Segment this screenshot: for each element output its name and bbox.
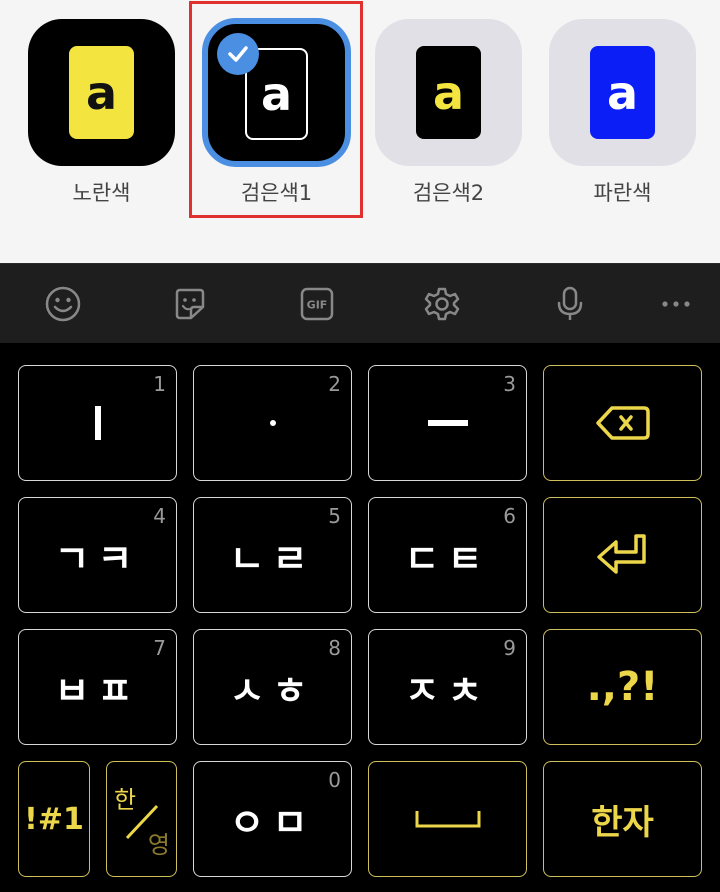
key-glyph: 한자 bbox=[591, 802, 654, 843]
key-glyph: ㅅㅎ bbox=[229, 668, 316, 713]
theme-preview-blue[interactable]: a bbox=[549, 19, 696, 166]
key-glyph-dot bbox=[269, 420, 276, 426]
key-3[interactable]: 3 bbox=[368, 365, 527, 481]
keyboard: 1 2 3 4 ㄱㅋ 5 ㄴㄹ 6 ㄷㅌ 7 ㅂㅍ 8 ㅅㅎ 9 ㅈㅊ .,?!… bbox=[0, 343, 720, 892]
theme-preview-black2[interactable]: a bbox=[375, 19, 522, 166]
theme-option-yellow[interactable]: a 노란색 bbox=[0, 0, 175, 220]
key-glyph: ㅇㅁ bbox=[229, 800, 316, 845]
lang-english-label: 영 bbox=[147, 831, 170, 859]
symbols-key[interactable]: !#1 bbox=[18, 761, 90, 877]
space-icon bbox=[415, 811, 480, 828]
key-glyph-vertical-bar bbox=[94, 406, 101, 440]
key-number: 9 bbox=[503, 636, 516, 660]
gif-icon[interactable]: GIF bbox=[295, 282, 339, 326]
key-glyph: ㅂㅍ bbox=[54, 668, 141, 713]
selection-highlight-frame bbox=[189, 1, 363, 218]
more-icon[interactable] bbox=[654, 282, 698, 326]
key-glyph: ㄴㄹ bbox=[229, 536, 316, 581]
key-number: 3 bbox=[503, 372, 516, 396]
key-2[interactable]: 2 bbox=[193, 365, 352, 481]
gif-label: GIF bbox=[307, 299, 328, 312]
key-number: 2 bbox=[328, 372, 341, 396]
theme-label: 노란색 bbox=[72, 181, 131, 205]
emoji-icon[interactable] bbox=[41, 282, 85, 326]
key-number: 4 bbox=[153, 504, 166, 528]
key-number: 6 bbox=[503, 504, 516, 528]
enter-key[interactable] bbox=[543, 497, 702, 613]
theme-picker: a 노란색 a 검은색1 a 검은색2 a 파란색 bbox=[0, 0, 720, 263]
key-0[interactable]: 0 ㅇㅁ bbox=[193, 761, 352, 877]
key-8[interactable]: 8 ㅅㅎ bbox=[193, 629, 352, 745]
key-glyph: .,?! bbox=[586, 664, 659, 710]
key-5[interactable]: 5 ㄴㄹ bbox=[193, 497, 352, 613]
space-key[interactable] bbox=[368, 761, 527, 877]
language-toggle-key[interactable]: 한 영 bbox=[106, 761, 177, 877]
theme-option-blue[interactable]: a 파란색 bbox=[521, 0, 696, 220]
key-number: 7 bbox=[153, 636, 166, 660]
key-6[interactable]: 6 ㄷㅌ bbox=[368, 497, 527, 613]
key-glyph: ㅈㅊ bbox=[404, 668, 491, 713]
theme-preview-yellow[interactable]: a bbox=[28, 19, 175, 166]
settings-icon[interactable] bbox=[420, 282, 464, 326]
theme-option-black2[interactable]: a 검은색2 bbox=[347, 0, 522, 220]
key-number: 8 bbox=[328, 636, 341, 660]
key-4[interactable]: 4 ㄱㅋ bbox=[18, 497, 177, 613]
theme-label: 검은색2 bbox=[412, 181, 485, 205]
key-glyph: ㄱㅋ bbox=[54, 536, 141, 581]
key-7[interactable]: 7 ㅂㅍ bbox=[18, 629, 177, 745]
key-glyph-horizontal-bar bbox=[427, 420, 468, 426]
backspace-key[interactable] bbox=[543, 365, 702, 481]
theme-label: 파란색 bbox=[593, 181, 652, 205]
keyboard-toolbar: GIF bbox=[0, 263, 720, 343]
key-number: 0 bbox=[328, 768, 341, 792]
microphone-icon[interactable] bbox=[548, 282, 592, 326]
theme-badge: a bbox=[69, 46, 134, 139]
hanja-key[interactable]: 한자 bbox=[543, 761, 702, 877]
key-glyph: !#1 bbox=[24, 801, 84, 837]
theme-badge: a bbox=[590, 46, 655, 139]
key-1[interactable]: 1 bbox=[18, 365, 177, 481]
sticker-icon[interactable] bbox=[168, 282, 212, 326]
key-glyph: ㄷㅌ bbox=[404, 536, 491, 581]
key-number: 1 bbox=[153, 372, 166, 396]
key-9[interactable]: 9 ㅈㅊ bbox=[368, 629, 527, 745]
theme-badge: a bbox=[416, 46, 481, 139]
punctuation-key[interactable]: .,?! bbox=[543, 629, 702, 745]
key-number: 5 bbox=[328, 504, 341, 528]
backspace-icon bbox=[595, 406, 650, 440]
enter-icon bbox=[596, 534, 646, 574]
